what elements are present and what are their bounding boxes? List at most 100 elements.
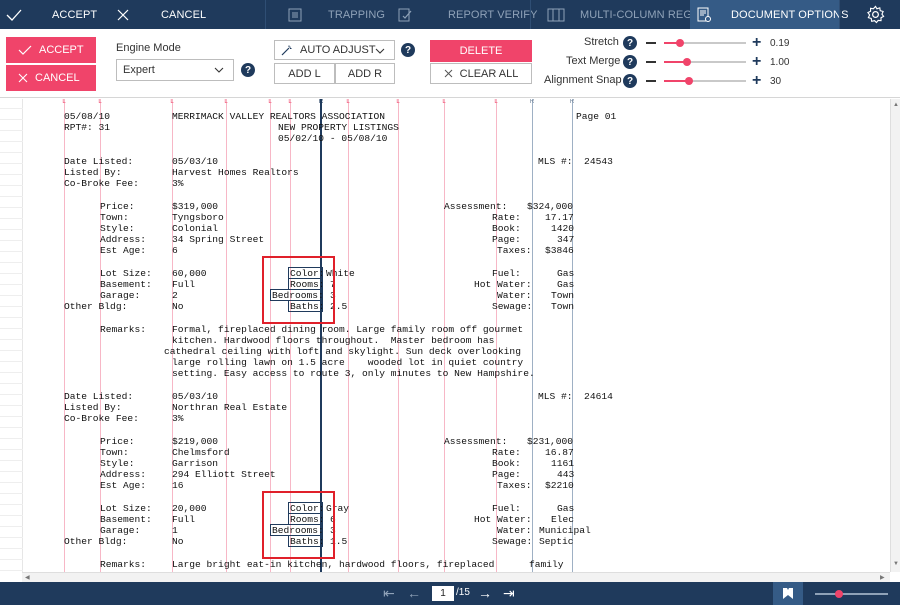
scroll-up-icon[interactable]: ▲ — [893, 102, 899, 108]
auto-adjust-select[interactable]: AUTO ADJUST — [274, 40, 395, 60]
page-label: Page: — [492, 469, 521, 480]
engine-mode-label: Engine Mode — [116, 42, 181, 54]
fee-label: Co-Broke Fee: — [64, 413, 139, 424]
lot-size-value: 20,000 — [172, 503, 207, 514]
gutter-line — [0, 482, 23, 483]
column-mark[interactable]: L — [493, 99, 499, 106]
stretch-slider-thumb[interactable] — [675, 39, 684, 47]
document-options-icon[interactable] — [697, 0, 711, 29]
fuel-value: Gas — [557, 268, 575, 279]
trapping-icon[interactable] — [287, 0, 303, 29]
text-merge-minus-button[interactable] — [646, 61, 656, 63]
alignment-snap-minus-button[interactable] — [646, 80, 656, 82]
stretch-help-icon[interactable]: ? — [623, 36, 637, 50]
column-mark[interactable]: L — [61, 99, 67, 106]
town-value: Tyngsboro — [172, 212, 224, 223]
gutter-line — [0, 427, 23, 428]
first-page-icon[interactable]: ⇤ — [383, 585, 395, 601]
scroll-down-icon[interactable]: ▼ — [893, 561, 899, 567]
last-page-icon[interactable]: ⇥ — [503, 585, 515, 601]
delete-button[interactable]: DELETE — [430, 40, 532, 62]
remarks-line: kitchen. Hardwood floors throughout. Mas… — [172, 335, 495, 346]
gutter-line — [0, 405, 23, 406]
basement-label: Basement: — [100, 279, 152, 290]
engine-mode-select[interactable]: Expert — [116, 59, 234, 81]
column-line[interactable] — [496, 99, 497, 572]
document-options-label[interactable]: DOCUMENT OPTIONS — [731, 0, 849, 29]
stretch-minus-button[interactable] — [646, 42, 656, 44]
book-value: 1420 — [551, 223, 575, 234]
auto-adjust-label: AUTO ADJUST — [300, 44, 376, 56]
fit-view-toggle[interactable] — [773, 582, 803, 605]
gutter-line — [0, 218, 23, 219]
scroll-left-icon[interactable]: ◀ — [25, 575, 30, 581]
add-r-button[interactable]: ADD R — [335, 63, 395, 84]
alignment-snap-slider-thumb[interactable] — [684, 77, 693, 85]
column-mark[interactable]: L — [345, 99, 351, 106]
report-verify-icon[interactable] — [397, 0, 413, 29]
listed-by-value: Northran Real Estate — [172, 402, 288, 413]
multi-column-icon[interactable] — [547, 0, 565, 29]
close-icon — [18, 73, 28, 83]
stretch-value: 0.19 — [770, 38, 790, 49]
zoom-slider-thumb[interactable] — [835, 590, 843, 598]
previous-page-icon[interactable]: ← — [407, 585, 421, 601]
settings-gear-icon[interactable] — [866, 0, 885, 29]
page-value: 347 — [557, 234, 575, 245]
accept-button-label: ACCEPT — [39, 44, 84, 56]
report-verify-button[interactable]: REPORT VERIFY — [448, 0, 538, 29]
basement-value: Full — [172, 279, 196, 290]
column-mark[interactable]: L — [395, 99, 401, 106]
alignment-snap-help-icon[interactable]: ? — [623, 74, 637, 88]
column-mark[interactable]: R — [529, 99, 535, 106]
trapping-button[interactable]: TRAPPING — [328, 0, 385, 29]
vertical-scrollbar[interactable]: ▲ ▼ — [890, 99, 900, 572]
cancel-button[interactable]: CANCEL — [6, 65, 96, 91]
column-mark[interactable]: R — [569, 99, 575, 106]
column-mark[interactable]: L — [287, 99, 293, 106]
text-merge-value: 1.00 — [770, 57, 790, 68]
town-label: Town: — [100, 212, 129, 223]
column-mark[interactable]: L — [223, 99, 229, 106]
gutter-line — [0, 416, 23, 417]
check-icon — [6, 9, 22, 21]
est-age-label: Est Age: — [100, 245, 147, 256]
column-mark[interactable]: R — [318, 99, 324, 106]
column-mark[interactable]: L — [169, 99, 175, 106]
column-mark[interactable]: L — [97, 99, 103, 106]
cancel-tool-label[interactable]: CANCEL — [161, 0, 206, 29]
accept-tool-label[interactable]: ACCEPT — [52, 0, 97, 29]
listed-by-label: Listed By: — [64, 167, 122, 178]
stretch-label: Stretch — [584, 36, 619, 48]
next-page-icon[interactable]: → — [478, 585, 492, 601]
cancel-tool-button[interactable] — [117, 0, 129, 29]
gutter-line — [0, 339, 23, 340]
text-merge-plus-button[interactable]: + — [752, 54, 761, 70]
assessment-label: Assessment: — [444, 436, 508, 447]
document-canvas[interactable]: L L L L L L R L L L L R R 05/08/10 RPT#:… — [0, 99, 890, 572]
horizontal-scrollbar[interactable]: ◀ ▶ — [22, 572, 890, 582]
column-mark[interactable]: L — [441, 99, 447, 106]
zoom-slider[interactable] — [815, 593, 888, 595]
engine-mode-help-icon[interactable]: ? — [241, 63, 255, 77]
text-merge-slider-thumb[interactable] — [682, 58, 691, 66]
page-number-input[interactable]: 1 — [432, 586, 454, 601]
column-line-right[interactable] — [572, 99, 573, 572]
alignment-snap-plus-button[interactable]: + — [752, 73, 761, 89]
auto-adjust-help-icon[interactable]: ? — [401, 43, 415, 57]
add-l-button[interactable]: ADD L — [274, 63, 335, 84]
book-value: 1161 — [551, 458, 575, 469]
accept-button[interactable]: ACCEPT — [6, 37, 96, 63]
stretch-plus-button[interactable]: + — [752, 35, 761, 51]
column-mark[interactable]: L — [267, 99, 273, 106]
accept-tool-button[interactable] — [6, 0, 22, 29]
text-merge-help-icon[interactable]: ? — [623, 55, 637, 69]
top-toolbar: ACCEPT CANCEL TRAPPING REPORT VERIFY MUL… — [0, 0, 900, 29]
clear-all-button[interactable]: CLEAR ALL — [430, 63, 532, 84]
fuel-value: Gas — [557, 503, 575, 514]
gutter-line — [0, 526, 23, 527]
scroll-right-icon[interactable]: ▶ — [880, 575, 885, 581]
column-line-right[interactable] — [532, 99, 533, 572]
lot-size-value: 60,000 — [172, 268, 207, 279]
gutter-line — [0, 295, 23, 296]
